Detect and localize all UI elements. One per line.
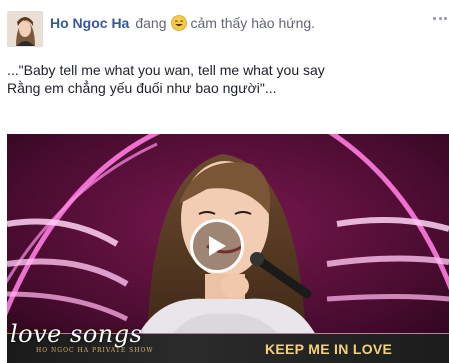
avatar-image xyxy=(8,12,42,46)
author-name[interactable]: Ho Ngoc Ha xyxy=(50,15,129,31)
avatar[interactable] xyxy=(7,11,43,47)
play-icon xyxy=(209,236,226,256)
feeling-text[interactable]: cảm thấy hào hứng. xyxy=(191,15,316,31)
post-text-line: Rằng em chẳng yếu đuối như bao người"... xyxy=(7,80,277,96)
more-options-icon[interactable] xyxy=(433,13,447,23)
show-logo-subtitle: HO NGOC HA PRIVATE SHOW xyxy=(36,347,154,354)
song-title: KEEP ME IN LOVE xyxy=(265,341,393,357)
show-logo: love songs xyxy=(10,320,143,348)
play-button[interactable] xyxy=(190,219,244,273)
post-text-line: ..."Baby tell me what you wan, tell me w… xyxy=(7,62,325,78)
post-header: Ho Ngoc Ha đang cảm thấy hào hứng. xyxy=(50,13,315,33)
post-text: ..."Baby tell me what you wan, tell me w… xyxy=(7,61,437,97)
feeling-verb: đang xyxy=(135,15,167,31)
smiling-emoji-icon[interactable] xyxy=(170,15,187,31)
facebook-post: Ho Ngoc Ha đang cảm thấy hào hứng. ..."B… xyxy=(0,0,449,363)
